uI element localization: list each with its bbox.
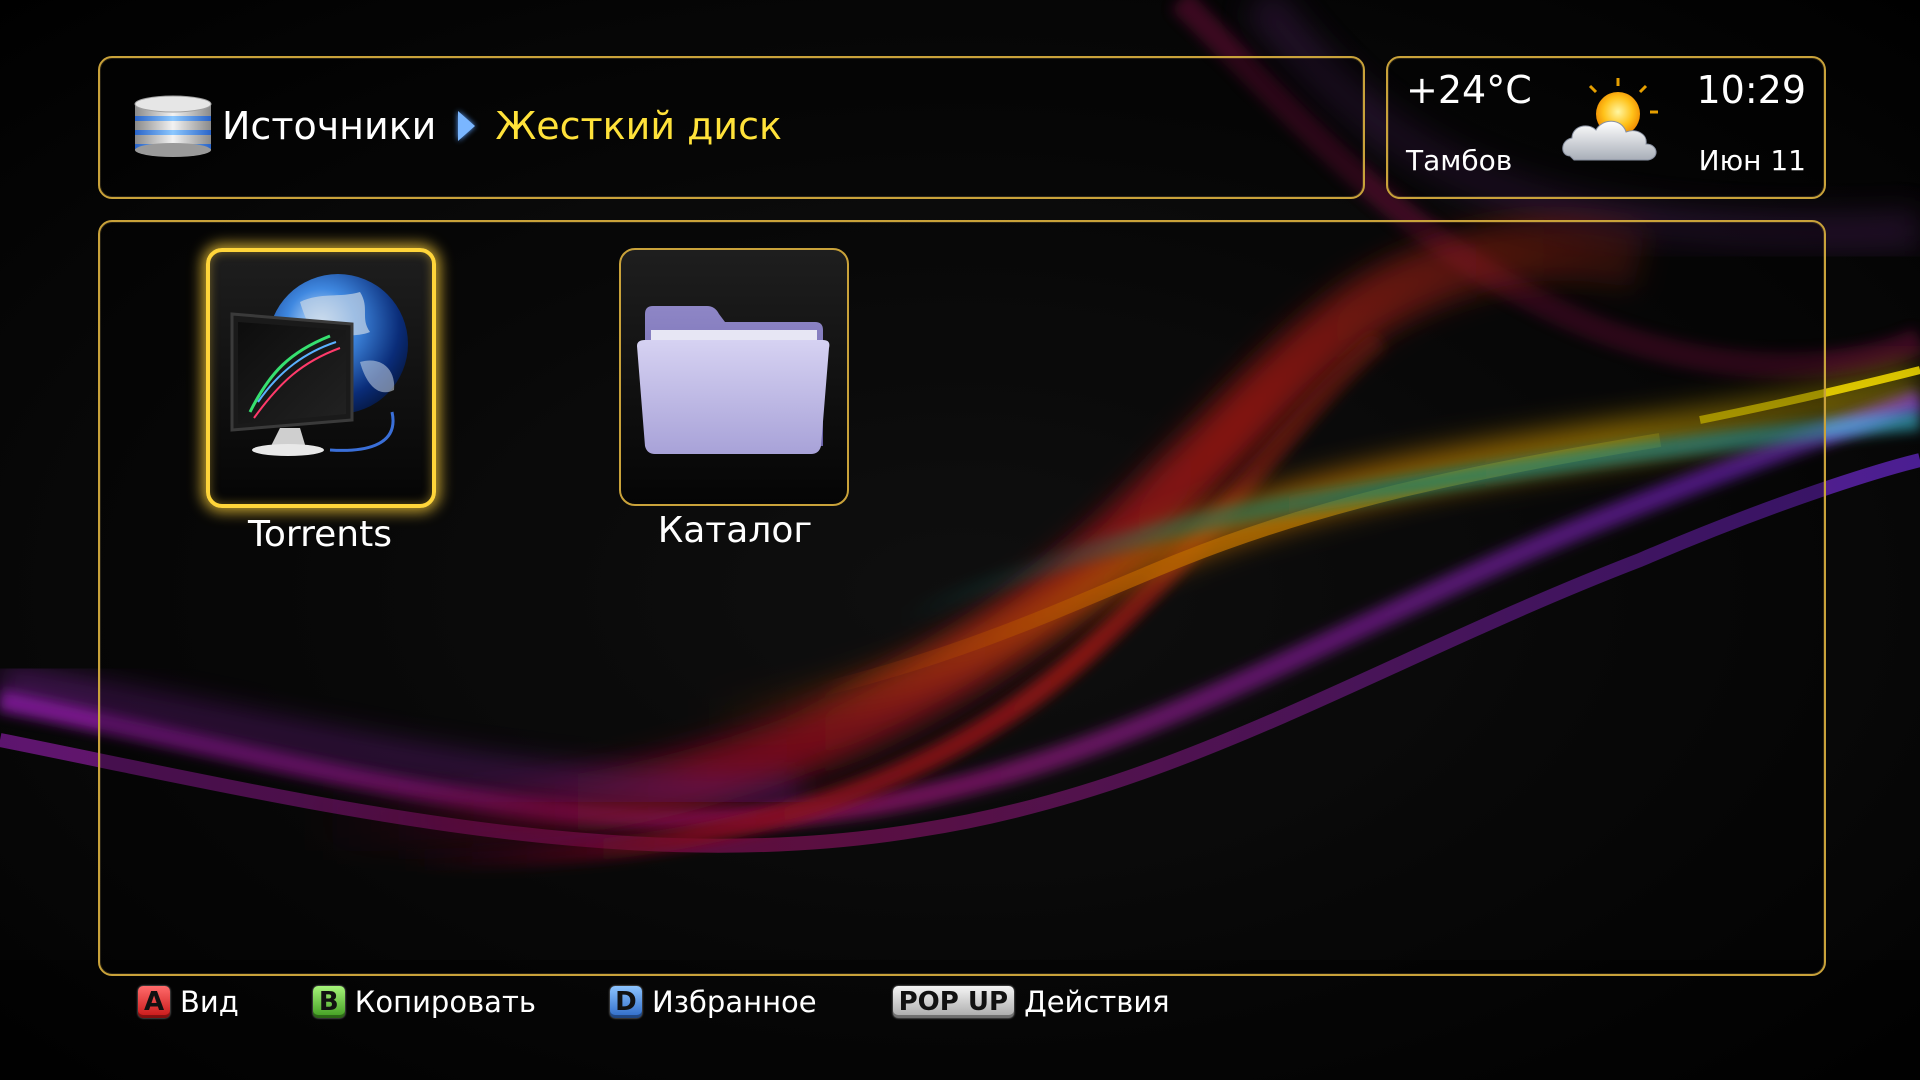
clock-time: 10:29 (1696, 68, 1806, 112)
tile-torrents-label: Torrents (248, 514, 392, 555)
breadcrumb-root[interactable]: Источники (222, 104, 436, 148)
tile-catalog-frame[interactable] (619, 248, 849, 506)
popup-key-icon: POP UP (892, 986, 1015, 1018)
weather-temperature: +24°C (1406, 68, 1532, 112)
tile-catalog-label: Каталог (657, 510, 813, 551)
hint-view[interactable]: A Вид (138, 985, 239, 1019)
tile-catalog[interactable]: Каталог (615, 248, 855, 568)
partly-cloudy-icon (1562, 78, 1658, 161)
blue-key-icon: D (609, 986, 642, 1018)
hint-copy[interactable]: B Копировать (312, 985, 536, 1019)
breadcrumb: Источники Жесткий диск (132, 94, 782, 158)
tile-torrents-frame[interactable] (206, 248, 436, 508)
hint-view-label: Вид (180, 985, 239, 1019)
weather-city: Тамбов (1406, 144, 1513, 177)
breadcrumb-current: Жесткий диск (495, 104, 782, 148)
hint-actions[interactable]: POP UP Действия (892, 985, 1170, 1019)
hint-actions-label: Действия (1024, 985, 1170, 1019)
green-key-icon: B (312, 986, 345, 1018)
hint-favorites[interactable]: D Избранное (609, 985, 817, 1019)
folder-icon (637, 306, 830, 454)
chevron-right-icon (458, 111, 476, 141)
breadcrumb-panel: Источники Жесткий диск (98, 56, 1365, 199)
footer-hints: A Вид B Копировать D Избранное POP UP Де… (138, 980, 1170, 1024)
globe-monitor-icon (230, 274, 408, 456)
red-key-icon: A (138, 986, 170, 1018)
hint-favorites-label: Избранное (651, 985, 817, 1019)
hint-copy-label: Копировать (354, 985, 536, 1019)
tile-torrents[interactable]: Torrents (200, 244, 440, 564)
weather-panel: +24°C Тамбов 10:29 Июн 11 (1386, 56, 1826, 199)
database-icon (134, 95, 212, 157)
clock-date: Июн 11 (1698, 144, 1806, 177)
